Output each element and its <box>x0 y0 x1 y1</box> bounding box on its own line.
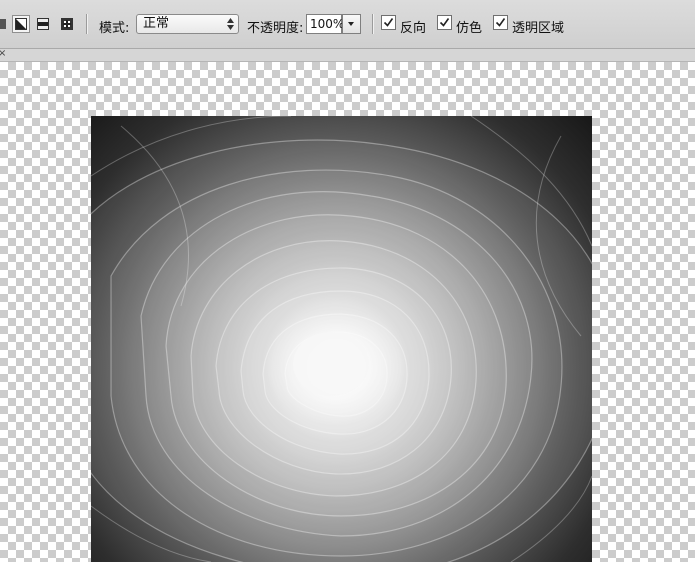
angle-gradient-button[interactable] <box>12 15 30 33</box>
dither-checkbox[interactable] <box>437 15 452 30</box>
opacity-input[interactable]: 100% <box>306 14 344 34</box>
mode-select-value: 正常 <box>143 16 170 31</box>
image-layer[interactable] <box>91 116 592 562</box>
opacity-dropdown-button[interactable] <box>342 14 361 34</box>
mode-label: 模式: <box>99 21 130 36</box>
mode-select[interactable]: 正常 <box>136 14 239 34</box>
checkmark-icon <box>439 18 450 27</box>
transparency-checkbox[interactable] <box>493 15 508 30</box>
transparency-label: 透明区域 <box>512 21 565 36</box>
angle-gradient-icon <box>15 18 27 30</box>
diamond-gradient-icon <box>61 18 73 30</box>
swirl-gradient-image <box>91 116 592 562</box>
reflected-gradient-button[interactable] <box>34 15 52 33</box>
toolbar-separator <box>86 14 87 34</box>
dither-label: 仿色 <box>456 21 483 36</box>
close-icon[interactable]: × <box>0 48 6 59</box>
reverse-label: 反向 <box>400 21 427 36</box>
options-bar: 模式: 正常 不透明度: 100% 反向 仿色 透明区域 <box>0 0 695 49</box>
reflected-gradient-icon <box>37 18 49 30</box>
document-tab-strip: × <box>0 48 695 62</box>
radial-gradient-button[interactable] <box>0 15 10 33</box>
diamond-gradient-button[interactable] <box>58 15 76 33</box>
select-arrows-icon <box>227 18 234 30</box>
opacity-label: 不透明度: <box>247 21 304 36</box>
checkmark-icon <box>495 18 506 27</box>
canvas-area[interactable] <box>0 62 695 562</box>
toolbar-separator <box>372 14 373 34</box>
checkmark-icon <box>383 18 394 27</box>
reverse-checkbox[interactable] <box>381 15 396 30</box>
